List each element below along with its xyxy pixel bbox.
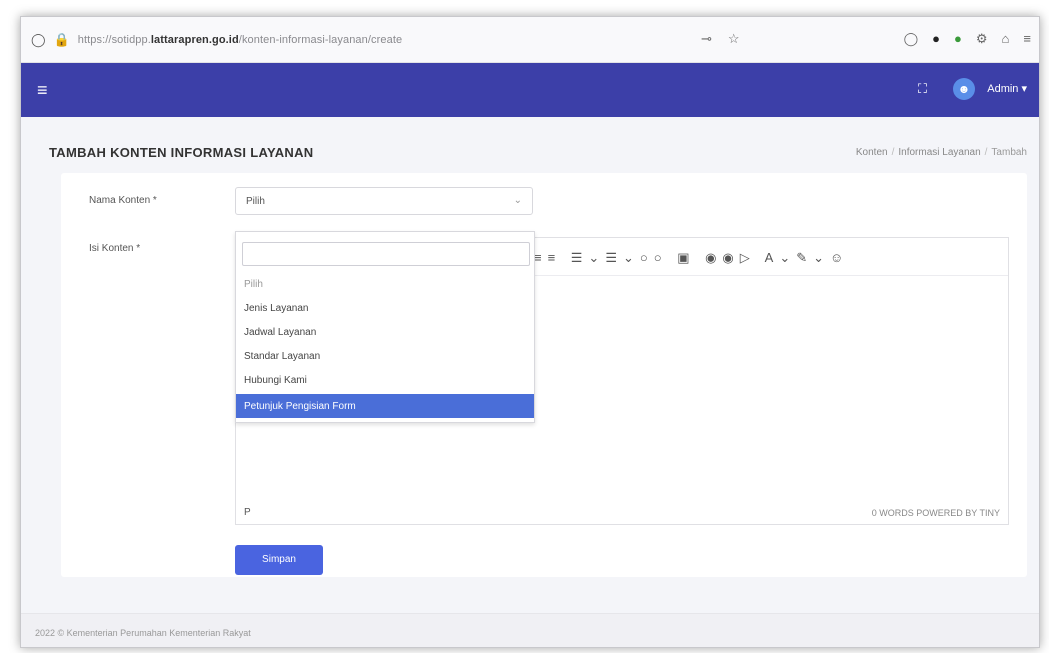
editor-path: P xyxy=(244,507,251,518)
editor-toolbar-icons[interactable]: ≡≡ ☰⌄☰⌄○○ ▣ ◉◉▷ A⌄✎⌄☺ xyxy=(534,250,849,266)
page-footer: 2022 © Kementerian Perumahan Kementerian… xyxy=(21,613,1039,647)
breadcrumb-item-tambah: Tambah xyxy=(991,147,1027,158)
browser-address-bar: ◯ 🔒 https://sotidpp.lattarapren.go.id/ko… xyxy=(21,17,1039,63)
fullscreen-icon[interactable]: ⛶ xyxy=(918,81,927,97)
url-path: /konten-informasi-layanan/create xyxy=(238,33,403,46)
dropdown-option[interactable]: Standar Layanan xyxy=(236,344,534,368)
home-icon[interactable]: ⌂ xyxy=(1002,31,1010,47)
isi-konten-label: Isi Konten * xyxy=(89,243,141,254)
editor-word-count: 0 WORDS POWERED BY TINY xyxy=(871,508,1000,518)
url-field[interactable]: https://sotidpp.lattarapren.go.id/konten… xyxy=(78,34,402,46)
breadcrumb: Konten / Informasi Layanan / Tambah xyxy=(855,147,1027,158)
dropdown-option[interactable]: Hubungi Kami xyxy=(236,368,534,392)
pocket-icon[interactable]: ◯ xyxy=(904,31,919,47)
form-card: Nama Konten * Pilih ⌄ Isi Konten * ≡≡ ☰⌄… xyxy=(61,173,1027,577)
dropdown-option-selected[interactable]: Petunjuk Pengisian Form xyxy=(236,394,534,418)
settings-icon[interactable]: ⚙ xyxy=(976,31,988,47)
breadcrumb-item-informasi-layanan[interactable]: Informasi Layanan xyxy=(898,147,980,158)
nama-konten-select-value: Pilih xyxy=(246,196,265,207)
admin-menu[interactable]: Admin ▾ xyxy=(987,82,1027,95)
key-icon[interactable]: ⊸ xyxy=(701,31,712,47)
nama-konten-dropdown: Pilih Jenis Layanan Jadwal Layanan Stand… xyxy=(235,231,535,423)
dropdown-option[interactable]: Jenis Layanan xyxy=(236,296,534,320)
extension-dark-icon[interactable]: ● xyxy=(932,31,940,47)
nama-konten-select[interactable]: Pilih ⌄ xyxy=(235,187,533,215)
extension-green-icon[interactable]: ● xyxy=(954,31,962,47)
admin-label: Admin xyxy=(987,83,1019,95)
browser-menu-icon[interactable]: ≡ xyxy=(1023,31,1031,47)
lock-icon[interactable]: 🔒 xyxy=(54,32,70,48)
breadcrumb-item-konten[interactable]: Konten xyxy=(856,147,888,158)
page-title: TAMBAH KONTEN INFORMASI LAYANAN xyxy=(49,145,314,160)
url-prefix: https://sotidpp. xyxy=(77,33,151,46)
browser-window: ◯ 🔒 https://sotidpp.lattarapren.go.id/ko… xyxy=(20,16,1040,648)
chevron-down-icon: ⌄ xyxy=(513,195,522,206)
shield-icon[interactable]: ◯ xyxy=(31,32,46,48)
footer-text: 2022 © Kementerian Perumahan Kementerian… xyxy=(35,628,251,638)
user-avatar-icon[interactable]: ☻ xyxy=(953,78,975,100)
nama-konten-label: Nama Konten * xyxy=(89,195,157,206)
dropdown-option[interactable]: Pilih xyxy=(236,272,534,296)
hamburger-icon[interactable]: ≡ xyxy=(37,80,48,101)
dropdown-option[interactable]: Jadwal Layanan xyxy=(236,320,534,344)
save-button[interactable]: Simpan xyxy=(235,545,323,575)
star-icon[interactable]: ☆ xyxy=(728,31,740,47)
url-domain: lattarapren.go.id xyxy=(150,33,239,46)
app-navbar: ≡ ⛶ ☻ Admin ▾ xyxy=(21,63,1039,117)
dropdown-search-input[interactable] xyxy=(242,242,530,266)
